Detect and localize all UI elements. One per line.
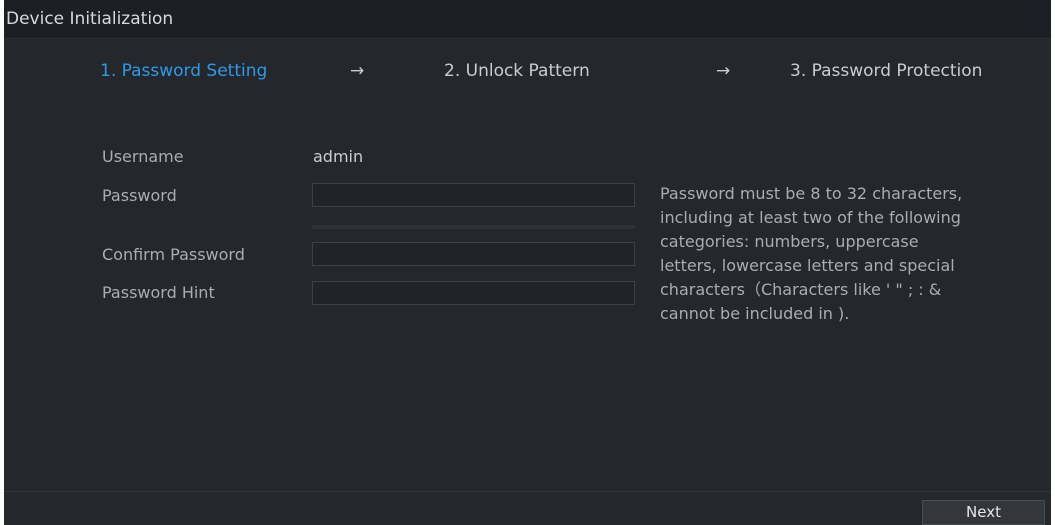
step-arrow-icon: → <box>716 61 731 81</box>
password-requirements-text: Password must be 8 to 32 characters, inc… <box>660 182 1051 326</box>
footer-bar <box>4 491 1051 525</box>
device-initialization-window: Device Initialization 1. Password Settin… <box>4 0 1051 525</box>
requirements-line: cannot be included in ). <box>660 304 850 323</box>
step-unlock-pattern: 2. Unlock Pattern <box>444 61 590 81</box>
step-arrow-icon: → <box>350 61 365 81</box>
requirements-line: letters, lowercase letters and special <box>660 256 955 275</box>
password-hint-label: Password Hint <box>102 283 215 302</box>
requirements-line: characters（Characters like ' " ; : & <box>660 280 942 299</box>
password-label: Password <box>102 186 177 205</box>
username-label: Username <box>102 147 184 166</box>
requirements-line: including at least two of the following <box>660 208 961 227</box>
password-hint-input[interactable] <box>312 281 635 305</box>
requirements-line: categories: numbers, uppercase <box>660 232 919 251</box>
confirm-password-label: Confirm Password <box>102 245 245 264</box>
requirements-line: Password must be 8 to 32 characters, <box>660 184 963 203</box>
password-strength-bar <box>312 225 635 229</box>
password-input[interactable] <box>312 183 635 207</box>
step-password-protection: 3. Password Protection <box>790 61 983 81</box>
confirm-password-input[interactable] <box>312 242 635 266</box>
username-value: admin <box>313 147 364 166</box>
window-title: Device Initialization <box>6 9 174 29</box>
title-bar: Device Initialization <box>4 0 1051 39</box>
next-button[interactable]: Next <box>922 500 1045 525</box>
step-password-setting: 1. Password Setting <box>100 61 268 81</box>
